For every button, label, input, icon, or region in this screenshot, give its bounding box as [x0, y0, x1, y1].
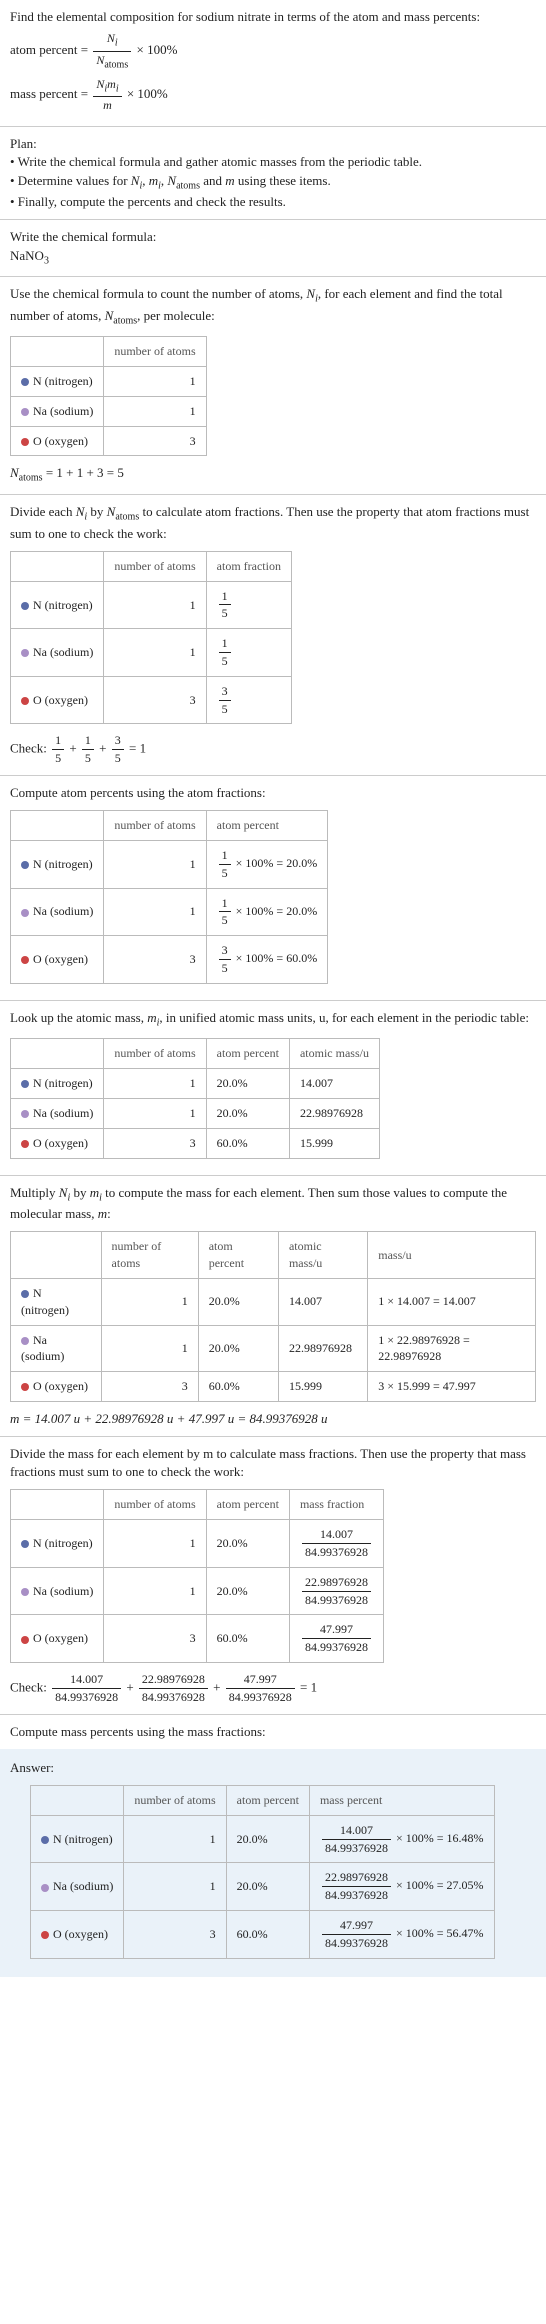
table-row: O (oxygen)3: [11, 426, 207, 456]
step6-section: Multiply Ni by mi to compute the mass fo…: [0, 1176, 546, 1438]
sodium-dot-icon: [21, 1588, 29, 1596]
table-row: Na (sodium)120.0%22.9897692884.99376928: [11, 1567, 384, 1615]
mass-fraction-table: number of atomsatom percentmass fraction…: [10, 1489, 384, 1663]
mass-percent-formula: mass percent = Nimim × 100%: [10, 76, 536, 114]
sodium-dot-icon: [21, 1110, 29, 1118]
table-row: O (oxygen)335 × 100% = 60.0%: [11, 936, 328, 984]
step4-heading: Compute atom percents using the atom fra…: [10, 784, 536, 802]
step7-text: Divide the mass for each element by m to…: [10, 1445, 536, 1481]
atomic-mass-table: number of atomsatom percentatomic mass/u…: [10, 1038, 380, 1158]
nitrogen-dot-icon: [21, 1540, 29, 1548]
oxygen-dot-icon: [21, 1140, 29, 1148]
sodium-dot-icon: [21, 1337, 29, 1345]
table-row: Na (sodium)1: [11, 396, 207, 426]
nitrogen-dot-icon: [21, 861, 29, 869]
step3-text: Divide each Ni by Natoms to calculate at…: [10, 503, 536, 543]
step4-section: Compute atom percents using the atom fra…: [0, 776, 546, 1001]
nitrogen-dot-icon: [21, 1080, 29, 1088]
sodium-dot-icon: [21, 408, 29, 416]
table-row: N (nitrogen)120.0%14.007: [11, 1069, 380, 1099]
table-row: O (oxygen)360.0%15.9993 × 15.999 = 47.99…: [11, 1372, 536, 1402]
table-row: N (nitrogen)120.0%14.00784.99376928 × 10…: [31, 1815, 495, 1863]
nitrogen-dot-icon: [21, 1290, 29, 1298]
answer-label: Answer:: [10, 1759, 536, 1777]
chemical-formula: NaNO3: [10, 247, 536, 269]
n-atoms-total: Natoms = 1 + 1 + 3 = 5: [10, 464, 536, 486]
oxygen-dot-icon: [21, 1383, 29, 1391]
mass-table: number of atomsatom percentatomic mass/u…: [10, 1231, 536, 1402]
plan-bullet-1: • Write the chemical formula and gather …: [10, 153, 536, 171]
table-row: Na (sodium)120.0%22.989769281 × 22.98976…: [11, 1325, 536, 1372]
oxygen-dot-icon: [21, 1636, 29, 1644]
nitrogen-dot-icon: [21, 602, 29, 610]
oxygen-dot-icon: [41, 1931, 49, 1939]
step7-section: Divide the mass for each element by m to…: [0, 1437, 546, 1715]
step2-section: Use the chemical formula to count the nu…: [0, 277, 546, 495]
nitrogen-dot-icon: [41, 1836, 49, 1844]
step3-section: Divide each Ni by Natoms to calculate at…: [0, 495, 546, 776]
step3-check: Check: 15 + 15 + 35 = 1: [10, 732, 536, 767]
oxygen-dot-icon: [21, 697, 29, 705]
table-row: O (oxygen)360.0%47.99784.99376928 × 100%…: [31, 1911, 495, 1959]
oxygen-dot-icon: [21, 438, 29, 446]
plan-bullet-3: • Finally, compute the percents and chec…: [10, 193, 536, 211]
step8-heading: Compute mass percents using the mass fra…: [10, 1723, 536, 1741]
table-row: N (nitrogen)120.0%14.00784.99376928: [11, 1520, 384, 1568]
table-row: O (oxygen)360.0%47.99784.99376928: [11, 1615, 384, 1663]
step6-text: Multiply Ni by mi to compute the mass fo…: [10, 1184, 536, 1224]
step7-check: Check: 14.00784.99376928 + 22.9897692884…: [10, 1671, 536, 1706]
step5-text: Look up the atomic mass, mi, in unified …: [10, 1009, 536, 1031]
table-row: N (nitrogen)120.0%14.0071 × 14.007 = 14.…: [11, 1278, 536, 1325]
table-row: O (oxygen)360.0%15.999: [11, 1128, 380, 1158]
plan-heading: Plan:: [10, 135, 536, 153]
atom-percent-table: number of atomsatom percent N (nitrogen)…: [10, 810, 328, 984]
step1-section: Write the chemical formula: NaNO3: [0, 220, 546, 277]
atom-fraction-table: number of atomsatom fraction N (nitrogen…: [10, 551, 292, 725]
plan-section: Plan: • Write the chemical formula and g…: [0, 127, 546, 220]
sodium-dot-icon: [41, 1884, 49, 1892]
sodium-dot-icon: [21, 909, 29, 917]
table-row: N (nitrogen)115 × 100% = 20.0%: [11, 841, 328, 889]
table-row: Na (sodium)115 × 100% = 20.0%: [11, 888, 328, 936]
table-row: O (oxygen)335: [11, 676, 292, 724]
sodium-dot-icon: [21, 649, 29, 657]
oxygen-dot-icon: [21, 956, 29, 964]
step8-section: Compute mass percents using the mass fra…: [0, 1715, 546, 1749]
table-row: N (nitrogen)1: [11, 367, 207, 397]
table-row: Na (sodium)120.0%22.9897692884.99376928 …: [31, 1863, 495, 1911]
mass-percent-table: number of atomsatom percentmass percent …: [30, 1785, 495, 1959]
step5-section: Look up the atomic mass, mi, in unified …: [0, 1001, 546, 1176]
table-row: Na (sodium)120.0%22.98976928: [11, 1098, 380, 1128]
plan-bullet-2: • Determine values for Ni, mi, Natoms an…: [10, 172, 536, 194]
intro-text: Find the elemental composition for sodiu…: [10, 8, 536, 26]
intro-section: Find the elemental composition for sodiu…: [0, 0, 546, 127]
step2-text: Use the chemical formula to count the nu…: [10, 285, 536, 328]
molecular-mass-total: m = 14.007 u + 22.98976928 u + 47.997 u …: [10, 1410, 536, 1428]
atom-percent-formula: atom percent = NiNatoms × 100%: [10, 30, 536, 72]
answer-box: Answer: number of atomsatom percentmass …: [0, 1749, 546, 1977]
nitrogen-dot-icon: [21, 378, 29, 386]
table-row: Na (sodium)115: [11, 629, 292, 677]
table-row: N (nitrogen)115: [11, 581, 292, 629]
step1-heading: Write the chemical formula:: [10, 228, 536, 246]
atom-count-table: number of atoms N (nitrogen)1 Na (sodium…: [10, 336, 207, 456]
